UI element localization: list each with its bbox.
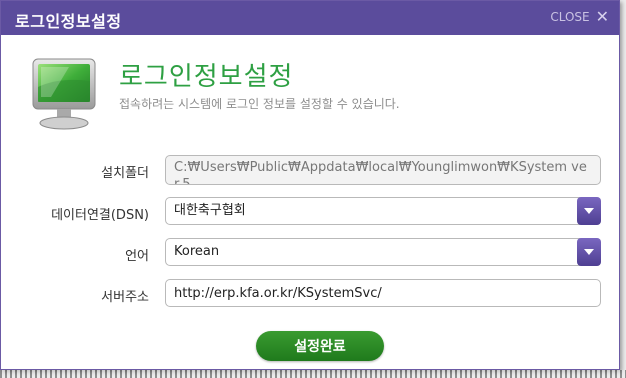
dsn-dropdown-icon[interactable] xyxy=(577,197,601,225)
close-icon: ✕ xyxy=(595,7,609,26)
install-folder-label: 설치폴더 xyxy=(101,166,149,181)
login-settings-dialog: 로그인정보설정 CLOSE ✕ 로그인정보설정 접속하려는 시스템에 로그인 정… xyxy=(0,0,620,370)
close-button[interactable]: CLOSE ✕ xyxy=(550,7,609,26)
title-bar: 로그인정보설정 CLOSE ✕ xyxy=(1,1,619,35)
page-title: 로그인정보설정 xyxy=(119,62,294,92)
window-title: 로그인정보설정 xyxy=(15,12,122,31)
language-select[interactable]: Korean xyxy=(165,238,601,266)
install-folder-value: C:₩Users₩Public₩Appdata₩local₩Younglimwo… xyxy=(174,160,587,185)
page-subtitle: 접속하려는 시스템에 로그인 정보를 설정할 수 있습니다. xyxy=(119,97,400,111)
install-folder-field: C:₩Users₩Public₩Appdata₩local₩Younglimwo… xyxy=(165,155,601,185)
close-label: CLOSE xyxy=(550,10,590,24)
dsn-label: 데이터연결(DSN) xyxy=(51,208,149,223)
language-label: 언어 xyxy=(125,249,149,264)
monitor-icon xyxy=(32,58,96,130)
dsn-select[interactable]: 대한축구협회 xyxy=(165,197,601,225)
language-value: Korean xyxy=(174,244,220,259)
language-dropdown-icon[interactable] xyxy=(577,238,601,266)
server-label: 서버주소 xyxy=(101,290,149,305)
dsn-value: 대한축구협회 xyxy=(174,203,246,218)
background-strip xyxy=(0,370,626,378)
apply-settings-button[interactable]: 설정완료 xyxy=(256,331,384,361)
server-address-input[interactable] xyxy=(165,279,601,307)
